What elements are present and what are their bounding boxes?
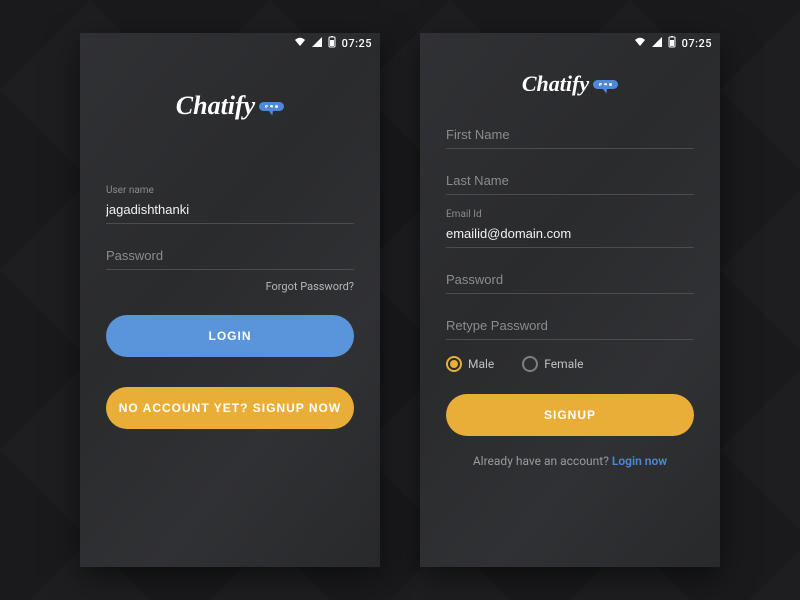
wifi-icon: [294, 37, 306, 50]
brand-name: Chatify: [522, 71, 589, 97]
chat-bubble-icon: [593, 80, 618, 89]
last-name-field[interactable]: [446, 163, 694, 195]
signal-icon: [312, 37, 322, 50]
status-bar: 07:25: [80, 33, 380, 53]
chat-bubble-icon: [259, 102, 284, 111]
signup-screen: 07:25 Chatify Email Id Male: [420, 33, 720, 567]
gender-female-label: Female: [544, 357, 583, 371]
app-logo: Chatify: [106, 91, 354, 121]
login-now-link[interactable]: Login now: [612, 454, 667, 468]
already-text: Already have an account?: [473, 454, 612, 468]
already-account: Already have an account? Login now: [446, 454, 694, 468]
gender-selector: Male Female: [446, 356, 694, 372]
username-label: User name: [106, 185, 354, 196]
radio-unselected-icon: [522, 356, 538, 372]
first-name-input[interactable]: [446, 117, 694, 149]
status-time: 07:25: [682, 37, 712, 50]
email-field[interactable]: Email Id: [446, 209, 694, 248]
signup-now-button[interactable]: NO ACCOUNT YET? SIGNUP NOW: [106, 387, 354, 429]
signup-password-input[interactable]: [446, 262, 694, 294]
retype-password-input[interactable]: [446, 308, 694, 340]
signal-icon: [652, 37, 662, 50]
brand-name: Chatify: [176, 91, 255, 121]
signup-button[interactable]: SIGNUP: [446, 394, 694, 436]
wifi-icon: [634, 37, 646, 50]
forgot-password-link[interactable]: Forgot Password?: [106, 280, 354, 293]
login-button[interactable]: LOGIN: [106, 315, 354, 357]
login-screen: 07:25 Chatify User name Forgot Password?…: [80, 33, 380, 567]
password-input[interactable]: [106, 238, 354, 270]
radio-selected-icon: [446, 356, 462, 372]
gender-male-radio[interactable]: Male: [446, 356, 494, 372]
battery-icon: [668, 36, 676, 51]
gender-female-radio[interactable]: Female: [522, 356, 583, 372]
email-input[interactable]: [446, 222, 694, 248]
app-logo: Chatify: [446, 71, 694, 97]
first-name-field[interactable]: [446, 117, 694, 149]
status-time: 07:25: [342, 37, 372, 50]
retype-password-field[interactable]: [446, 308, 694, 340]
status-bar: 07:25: [420, 33, 720, 53]
gender-male-label: Male: [468, 357, 494, 371]
username-field[interactable]: User name: [106, 185, 354, 224]
battery-icon: [328, 36, 336, 51]
username-input[interactable]: [106, 198, 354, 224]
email-label: Email Id: [446, 209, 694, 220]
signup-password-field[interactable]: [446, 262, 694, 294]
last-name-input[interactable]: [446, 163, 694, 195]
password-field[interactable]: [106, 238, 354, 270]
